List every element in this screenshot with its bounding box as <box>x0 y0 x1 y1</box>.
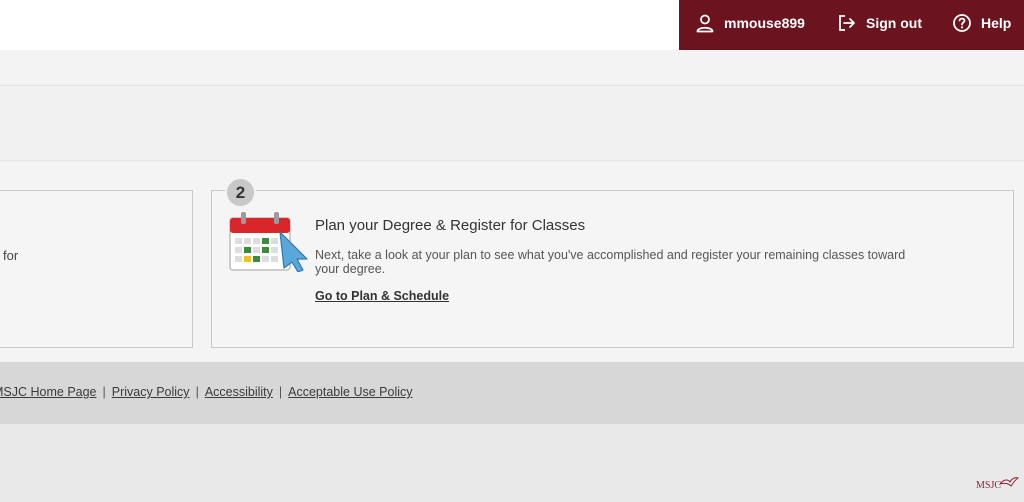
help-icon <box>953 14 971 32</box>
footer-separator: | <box>102 385 106 399</box>
user-menu-bar: mmouse899 Sign out Help <box>679 0 1024 50</box>
footer-link-home[interactable]: MSJC Home Page <box>0 385 97 399</box>
footer-link-accessibility[interactable]: Accessibility <box>205 385 273 399</box>
footer-separator: | <box>195 385 199 399</box>
footer-separator: | <box>278 385 283 399</box>
sign-out-button[interactable]: Sign out <box>837 13 922 33</box>
user-account-button[interactable]: mmouse899 <box>695 13 805 33</box>
step-2-title: Plan your Degree & Register for Classes <box>315 217 586 234</box>
top-header: mmouse899 Sign out Help <box>0 0 1024 50</box>
username-label: mmouse899 <box>724 15 805 31</box>
footer-links: MSJC Home Page | Privacy Policy | Access… <box>0 385 413 399</box>
step-1-partial-text: for <box>3 248 19 263</box>
page: mmouse899 Sign out Help for 2 Plan your … <box>0 0 1024 502</box>
banner-band <box>0 87 1024 161</box>
subheader-band <box>0 50 1024 86</box>
bird-logo-icon <box>999 477 1019 487</box>
footer-link-privacy[interactable]: Privacy Policy <box>112 385 190 399</box>
sign-out-icon <box>839 15 855 31</box>
calendar-icon <box>229 210 309 277</box>
help-button[interactable]: Help <box>952 13 1011 33</box>
step-2-description: Next, take a look at your plan to see wh… <box>315 248 906 276</box>
step-card-1: for <box>0 190 193 348</box>
user-icon <box>696 14 714 33</box>
plan-schedule-link[interactable]: Go to Plan & Schedule <box>315 289 449 303</box>
step-number-badge: 2 <box>225 177 256 208</box>
msjc-watermark-logo: MSJC <box>976 480 1002 491</box>
footer-link-acceptable-use[interactable]: Acceptable Use Policy <box>288 385 412 399</box>
lower-background <box>0 424 1024 502</box>
help-label: Help <box>981 15 1012 31</box>
sign-out-label: Sign out <box>866 15 922 31</box>
